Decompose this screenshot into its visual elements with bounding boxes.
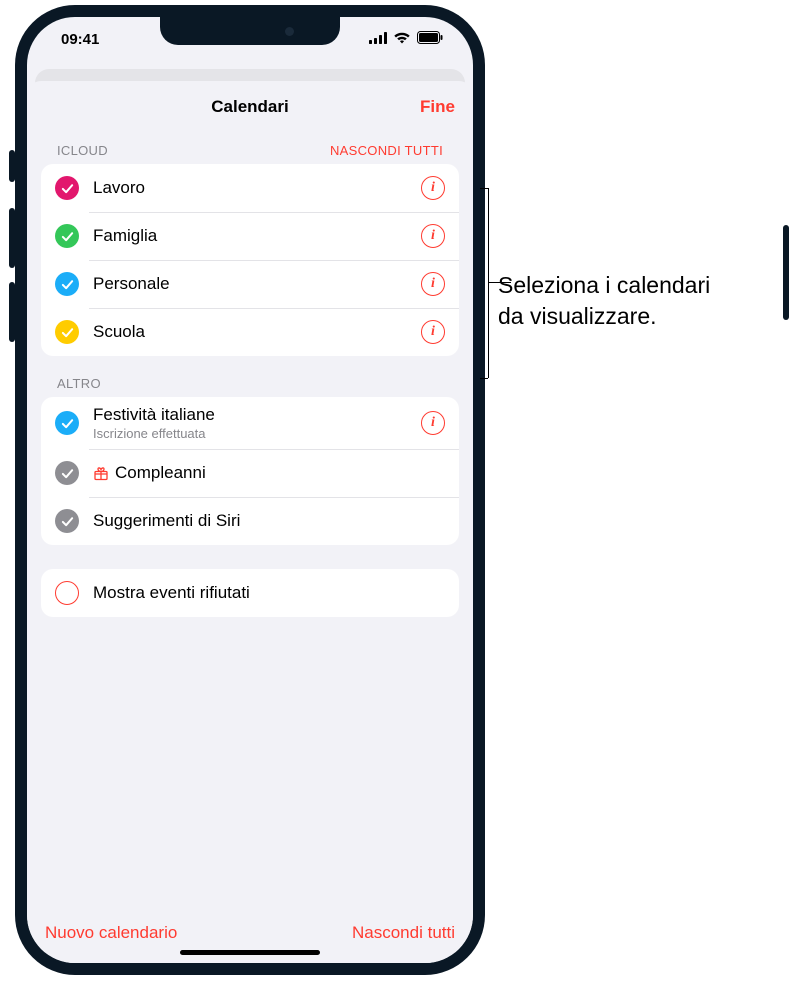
- calendar-label: Lavoro: [93, 178, 421, 198]
- info-icon[interactable]: i: [421, 411, 445, 435]
- done-button[interactable]: Fine: [420, 97, 455, 117]
- calendar-row-personale[interactable]: Personale i: [41, 260, 459, 308]
- section-header-icloud: ICLOUD NASCONDI TUTTI: [41, 133, 459, 164]
- check-icon: [55, 176, 79, 200]
- notch: [160, 17, 340, 45]
- calendar-sublabel: Iscrizione effettuata: [93, 426, 421, 441]
- wifi-icon: [393, 31, 411, 48]
- icloud-group: Lavoro i Famiglia i Person: [41, 164, 459, 356]
- unchecked-icon: [55, 581, 79, 605]
- info-icon[interactable]: i: [421, 224, 445, 248]
- home-indicator[interactable]: [180, 950, 320, 955]
- callout-line: Seleziona i calendari: [498, 270, 710, 301]
- cellular-icon: [369, 31, 387, 48]
- hide-all-link[interactable]: NASCONDI TUTTI: [330, 143, 443, 158]
- info-icon[interactable]: i: [421, 176, 445, 200]
- info-icon[interactable]: i: [421, 320, 445, 344]
- calendar-label: Festività italiane: [93, 405, 421, 425]
- section-header-altro: ALTRO: [41, 356, 459, 397]
- info-icon[interactable]: i: [421, 272, 445, 296]
- callout-text: Seleziona i calendari da visualizzare.: [498, 270, 710, 332]
- calendars-sheet: Calendari Fine ICLOUD NASCONDI TUTTI Lav…: [27, 81, 473, 963]
- calendar-row-compleanni[interactable]: Compleanni: [41, 449, 459, 497]
- check-icon: [55, 411, 79, 435]
- new-calendar-button[interactable]: Nuovo calendario: [45, 923, 177, 943]
- sheet-title: Calendari: [211, 97, 288, 117]
- check-icon: [55, 320, 79, 344]
- calendar-label: Compleanni: [115, 463, 445, 483]
- calendar-row-festivita[interactable]: Festività italiane Iscrizione effettuata…: [41, 397, 459, 449]
- gift-icon: [93, 465, 109, 481]
- sheet-header: Calendari Fine: [27, 81, 473, 133]
- calendar-label: Personale: [93, 274, 421, 294]
- calendar-row-lavoro[interactable]: Lavoro i: [41, 164, 459, 212]
- hide-all-button[interactable]: Nascondi tutti: [352, 923, 455, 943]
- show-declined-row[interactable]: Mostra eventi rifiutati: [41, 569, 459, 617]
- calendar-row-famiglia[interactable]: Famiglia i: [41, 212, 459, 260]
- calendar-label: Suggerimenti di Siri: [93, 511, 445, 531]
- check-icon: [55, 461, 79, 485]
- show-declined-label: Mostra eventi rifiutati: [93, 583, 445, 603]
- battery-icon: [417, 31, 443, 48]
- phone-frame: 09:41 Calendari Fine ICLO: [15, 5, 485, 975]
- check-icon: [55, 272, 79, 296]
- status-time: 09:41: [61, 31, 99, 48]
- callout-line: da visualizzare.: [498, 301, 710, 332]
- calendar-row-scuola[interactable]: Scuola i: [41, 308, 459, 356]
- calendar-row-siri[interactable]: Suggerimenti di Siri: [41, 497, 459, 545]
- declined-group: Mostra eventi rifiutati: [41, 569, 459, 617]
- calendar-label: Famiglia: [93, 226, 421, 246]
- section-label: ICLOUD: [57, 143, 108, 158]
- section-label: ALTRO: [57, 376, 101, 391]
- altro-group: Festività italiane Iscrizione effettuata…: [41, 397, 459, 545]
- check-icon: [55, 224, 79, 248]
- calendar-label: Scuola: [93, 322, 421, 342]
- check-icon: [55, 509, 79, 533]
